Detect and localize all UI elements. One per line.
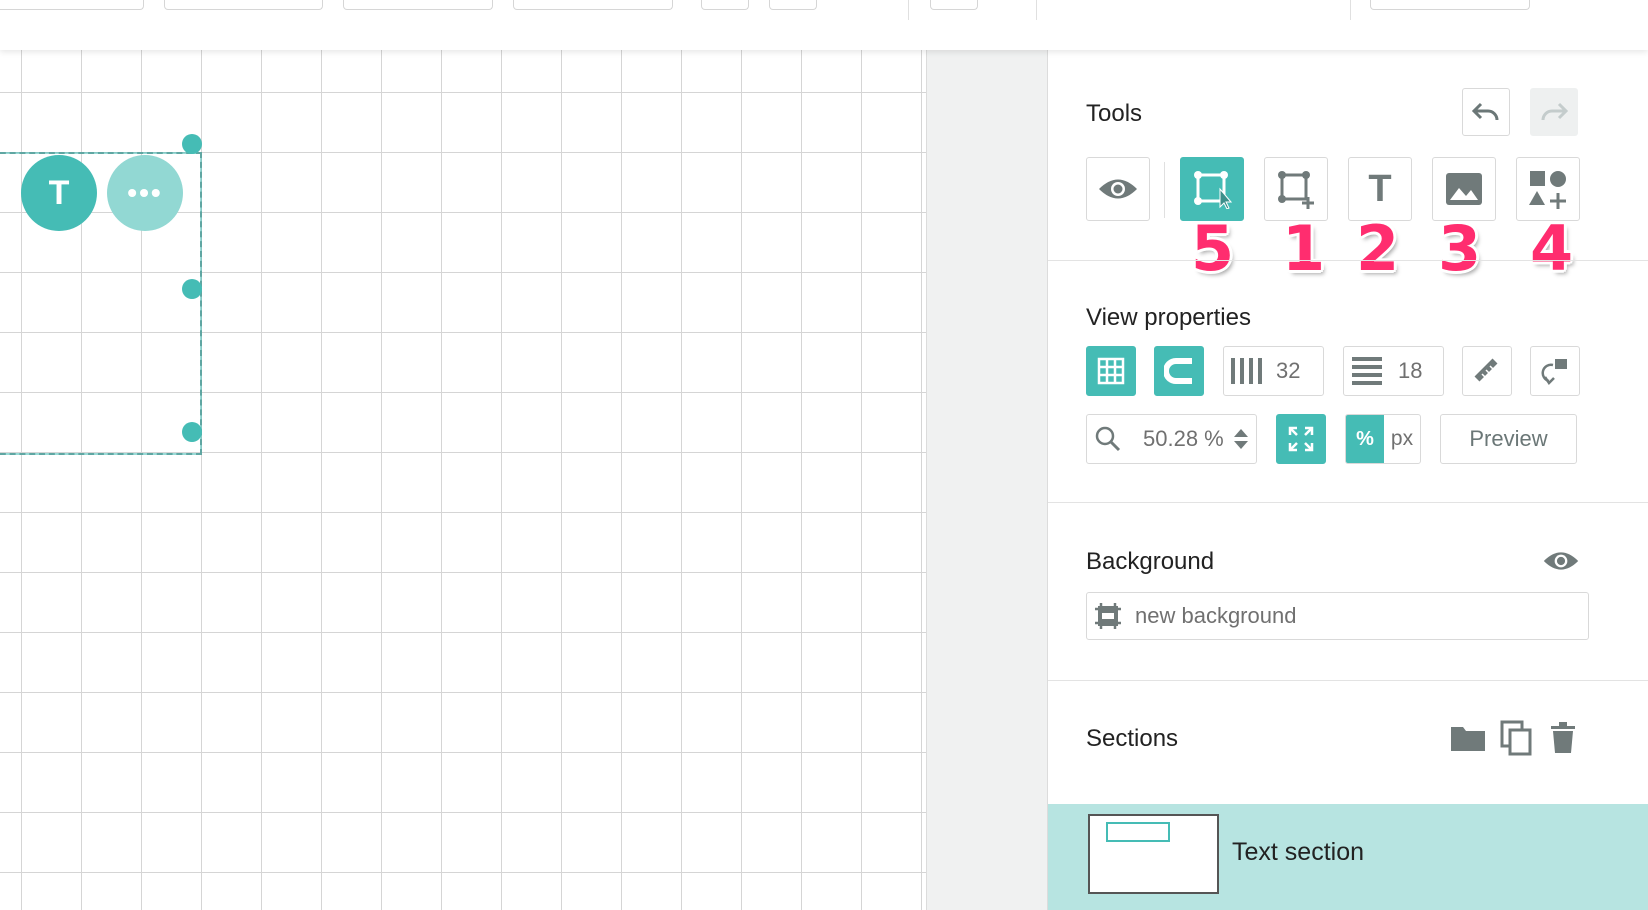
zoom-stepper-icon[interactable] [1232,426,1250,452]
box-plus-icon [1276,169,1316,209]
tools-divider [1164,162,1165,218]
expand-icon [1287,425,1315,453]
image-icon [1445,172,1483,206]
tool-preview-eye[interactable] [1086,157,1150,221]
layer-move-icon [1541,357,1569,385]
toolbar-divider [1036,0,1037,20]
toolbar-control-2[interactable] [164,0,323,10]
zoom-value: 50.28 % [1143,426,1224,451]
section-item-label: Text section [1232,838,1365,866]
layer-order-button[interactable] [1530,346,1580,396]
top-toolbar [0,0,1648,50]
grid-icon [1097,357,1125,385]
toolbar-divider [1350,0,1351,20]
toolbar-control-6[interactable] [769,0,817,10]
shapes-plus-icon [1527,168,1569,210]
zoom-field[interactable]: 50.28 % [1086,414,1257,464]
marker-1: 1 [1282,212,1326,285]
redo-button[interactable] [1530,88,1578,136]
sections-title: Sections [1086,725,1179,752]
toolbar-control-4[interactable] [513,0,673,10]
columns-icon [1230,356,1264,386]
background-title: Background [1086,548,1215,575]
magnet-icon [1164,357,1194,385]
marker-3: 3 [1438,212,1482,285]
grid-canvas[interactable]: T ••• [0,50,927,910]
unit-percent-button[interactable]: % [1346,415,1384,463]
duplicate-icon[interactable] [1500,720,1532,756]
background-input[interactable]: new background [1086,592,1589,640]
folder-icon[interactable] [1450,723,1486,753]
properties-panel: Tools T 5 1 2 3 4 View properties 32 18 … [1047,50,1648,910]
resize-handle-right[interactable] [182,279,202,299]
grid-toggle[interactable] [1086,346,1136,396]
resize-handle-bottom-right[interactable] [182,422,202,442]
marker-2: 2 [1356,212,1400,285]
block-more-button[interactable]: ••• [107,155,183,231]
background-placeholder: new background [1135,603,1297,628]
section-item-text-section[interactable]: Text section [1048,804,1648,910]
search-icon [1095,426,1121,452]
undo-button[interactable] [1462,88,1510,136]
toolbar-divider [908,0,909,20]
ruler-button[interactable] [1462,346,1512,396]
toolbar-control-8[interactable] [1370,0,1530,10]
text-icon: T [1368,167,1392,210]
block-text-button[interactable]: T [21,155,97,231]
toolbar-control-1[interactable] [0,0,144,10]
columns-value: 32 [1276,358,1301,383]
panel-divider [1048,680,1648,681]
panel-divider [1048,260,1648,261]
section-thumbnail [1088,814,1219,894]
undo-icon [1471,100,1501,124]
marker-4: 4 [1530,212,1574,285]
canvas-area[interactable]: T ••• [0,50,1047,910]
rows-field[interactable]: 18 [1343,346,1444,396]
snap-toggle[interactable] [1154,346,1204,396]
unit-switch: % px [1345,414,1421,464]
background-image-icon [1093,601,1123,631]
toolbar-control-5[interactable] [701,0,749,10]
columns-field[interactable]: 32 [1223,346,1324,396]
view-properties-title: View properties [1086,304,1251,331]
ruler-icon [1473,357,1501,385]
panel-divider [1048,502,1648,503]
unit-px-button[interactable]: px [1384,415,1420,463]
marker-5: 5 [1191,212,1235,285]
background-visibility-eye-icon[interactable] [1542,549,1580,573]
tools-title: Tools [1086,100,1143,127]
select-box-icon [1192,169,1232,209]
trash-icon[interactable] [1550,722,1576,754]
resize-handle-top-right[interactable] [182,134,202,154]
toolbar-control-3[interactable] [343,0,493,10]
rows-value: 18 [1398,358,1423,383]
fit-to-screen-button[interactable] [1276,414,1326,464]
rows-icon [1350,356,1384,386]
preview-button[interactable]: Preview [1440,414,1577,464]
redo-icon [1539,100,1569,124]
eye-icon [1097,176,1139,202]
toolbar-control-7[interactable] [930,0,978,10]
